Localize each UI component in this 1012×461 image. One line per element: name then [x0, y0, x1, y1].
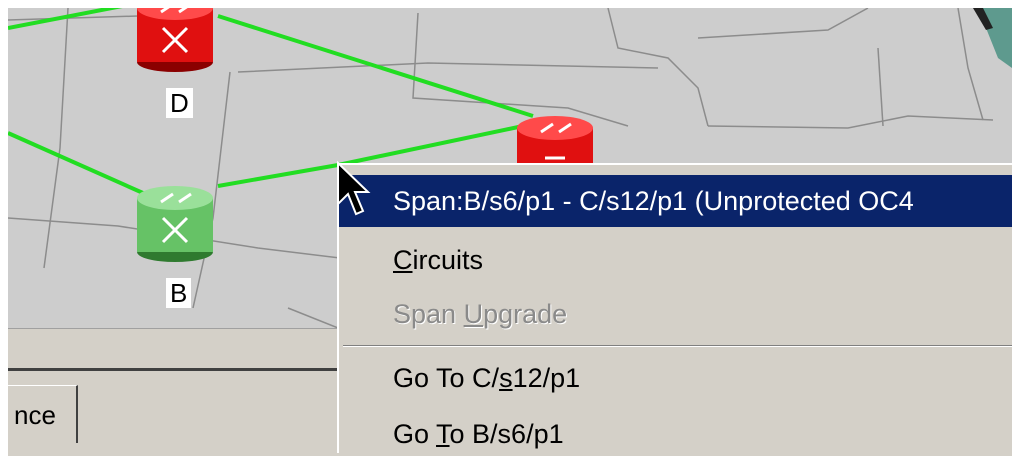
tab-label: nce	[14, 400, 56, 430]
node-b[interactable]	[133, 180, 217, 264]
node-b-label: B	[166, 278, 192, 308]
node-d[interactable]	[133, 8, 217, 74]
menu-text: Span	[393, 299, 464, 329]
menu-mnemonic: T	[436, 419, 450, 449]
menu-item-circuits[interactable]: Circuits	[339, 233, 1012, 287]
menu-mnemonic: C	[393, 245, 413, 275]
menu-separator	[343, 345, 1012, 347]
context-menu[interactable]: Span:B/s6/p1 - C/s12/p1 (Unprotected OC4…	[337, 163, 1012, 453]
tab-maintenance[interactable]: nce	[8, 385, 78, 443]
menu-text: pgrade	[483, 299, 568, 329]
node-d-label: D	[166, 88, 193, 118]
menu-item-span-upgrade: Span Upgrade	[339, 287, 1012, 341]
mouse-pointer-icon	[335, 160, 371, 224]
router-icon	[137, 186, 213, 262]
menu-mnemonic: U	[463, 299, 484, 329]
menu-span-header[interactable]: Span:B/s6/p1 - C/s12/p1 (Unprotected OC4	[339, 175, 1012, 227]
menu-text: o B/s6/p1	[449, 419, 564, 449]
menu-text: Go To C/	[393, 363, 500, 393]
menu-text: 12/p1	[512, 363, 581, 393]
menu-mnemonic: s	[499, 363, 513, 393]
router-icon	[137, 8, 213, 72]
menu-text: ircuits	[412, 245, 484, 275]
menu-text: Go	[393, 419, 437, 449]
menu-item-goto-c[interactable]: Go To C/s12/p1	[339, 351, 1012, 405]
